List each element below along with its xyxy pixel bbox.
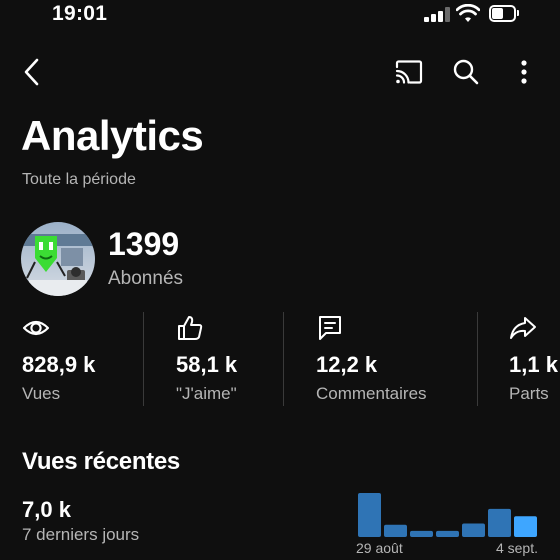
metric-label: Parts: [509, 384, 549, 403]
back-button[interactable]: [14, 54, 50, 90]
search-button[interactable]: [450, 56, 482, 88]
cast-icon: [395, 60, 423, 84]
channel-avatar: [21, 222, 95, 296]
metric-value: 12,2 k: [316, 352, 378, 377]
cellular-signal-icon: [424, 7, 450, 22]
period-selector[interactable]: Toute la période: [22, 171, 136, 189]
search-icon: [453, 59, 479, 85]
chart-bar: [384, 524, 407, 537]
comment-icon: [319, 316, 341, 340]
chevron-left-icon: [24, 58, 39, 86]
recent-views-period: 7 derniers jours: [22, 525, 140, 544]
metric-label: Vues: [22, 384, 61, 403]
chart-bar: [514, 516, 537, 537]
chart-bar: [488, 508, 511, 537]
metric-label: "J'aime": [176, 384, 237, 403]
more-options-button[interactable]: [508, 56, 540, 88]
status-time: 19:01: [52, 2, 108, 25]
eye-icon: [22, 320, 50, 336]
chart-tick-label: 29 août: [356, 540, 403, 556]
chart-tick-label: 4 sept.: [496, 540, 538, 556]
thumbs-up-icon: [178, 316, 203, 340]
metric-value: 58,1 k: [176, 352, 238, 377]
chart-bar: [410, 530, 433, 537]
recent-views-chart[interactable]: 29 août 4 sept.: [354, 486, 544, 560]
chart-bar: [462, 523, 485, 537]
metric-value: 1,1 k: [509, 352, 558, 377]
more-vert-icon: [521, 60, 527, 84]
status-bar: 19:01: [0, 0, 560, 32]
subscriber-count: 1399: [108, 226, 180, 262]
page-title: Analytics: [21, 112, 204, 159]
metric-value: 828,9 k: [22, 352, 96, 377]
divider: [143, 312, 144, 406]
battery-icon: [489, 5, 519, 22]
recent-views-title: Vues récentes: [22, 448, 180, 475]
divider: [283, 312, 284, 406]
share-icon: [510, 317, 536, 339]
metrics-row: 828,9 k Vues 58,1 k "J'aime" 12,2 k Comm…: [0, 308, 560, 408]
metric-label: Commentaires: [316, 384, 427, 403]
subscriber-label: Abonnés: [108, 268, 184, 289]
wifi-icon: [455, 3, 481, 29]
chart-bar: [358, 493, 381, 537]
divider: [477, 312, 478, 406]
cast-button[interactable]: [392, 56, 426, 88]
chart-bar: [436, 530, 459, 537]
recent-views-value: 7,0 k: [22, 497, 71, 522]
